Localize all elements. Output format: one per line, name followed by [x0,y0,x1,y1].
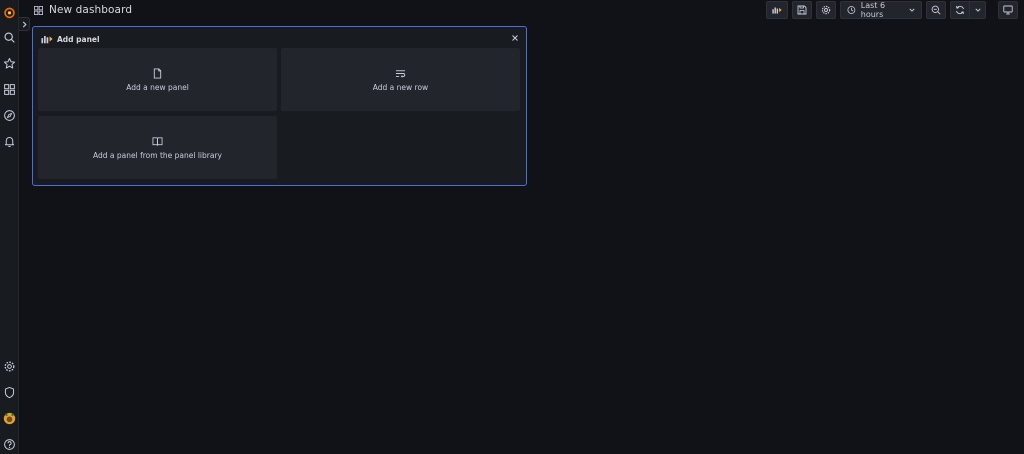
cycle-view-mode-button[interactable] [998,1,1018,19]
file-blank-icon [153,67,162,79]
gear-icon [821,5,831,15]
time-range-picker[interactable]: Last 6 hours [840,1,922,19]
add-panel-header: Add panel [41,33,100,45]
add-panel-widget: Add panel Add a new panel Add a new row … [32,26,527,186]
refresh-button[interactable] [950,1,970,19]
add-panel-from-library-option[interactable]: Add a panel from the panel library [38,116,277,179]
time-range-label: Last 6 hours [860,1,886,19]
zoom-out-button[interactable] [926,1,946,19]
chevron-down-icon [974,8,981,12]
dashboard-title-area: New dashboard [34,2,132,18]
close-add-panel-button[interactable] [510,33,520,43]
dashboard-toolbar: Last 6 hours [766,1,1018,19]
page-title[interactable]: New dashboard [49,4,132,16]
add-panel-chart-icon [772,7,782,14]
zoom-out-icon [931,5,941,15]
wrap-text-icon [395,69,406,78]
add-new-row-label: Add a new row [372,82,429,92]
sidebar [0,0,19,454]
refresh-interval-dropdown[interactable] [970,1,986,19]
close-icon [512,35,518,41]
add-new-panel-label: Add a new panel [126,82,189,92]
chevron-right-icon [22,20,27,28]
add-panel-chart-icon [41,36,53,44]
server-admin-shield-icon[interactable] [2,385,17,400]
dashboard-settings-button[interactable] [816,1,836,19]
grafana-app: New dashboard Last 6 hours Add panel Add… [0,0,1024,454]
add-panel-title: Add panel [57,34,100,44]
save-dashboard-button[interactable] [792,1,812,19]
monitor-icon [1003,5,1013,15]
add-panel-button[interactable] [766,1,788,19]
book-open-icon [152,136,163,146]
dashboards-grid-icon [34,5,43,15]
add-new-panel-option[interactable]: Add a new panel [38,48,277,111]
grafana-logo-icon[interactable] [2,5,17,20]
add-panel-from-library-label: Add a panel from the panel library [93,150,222,160]
clock-icon [847,6,856,14]
starred-icon[interactable] [2,56,17,71]
dashboards-icon[interactable] [2,82,17,97]
refresh-icon [955,5,965,15]
refresh-group [950,1,986,19]
add-new-row-option[interactable]: Add a new row [281,48,520,111]
expand-sidebar-button[interactable] [19,17,30,31]
chevron-down-icon [909,7,915,13]
search-icon[interactable] [2,30,17,45]
save-icon [797,5,807,15]
user-avatar-icon[interactable] [2,411,17,426]
configuration-gear-icon[interactable] [2,359,17,374]
alerting-bell-icon[interactable] [2,134,17,149]
explore-icon[interactable] [2,108,17,123]
help-icon[interactable] [2,437,17,452]
